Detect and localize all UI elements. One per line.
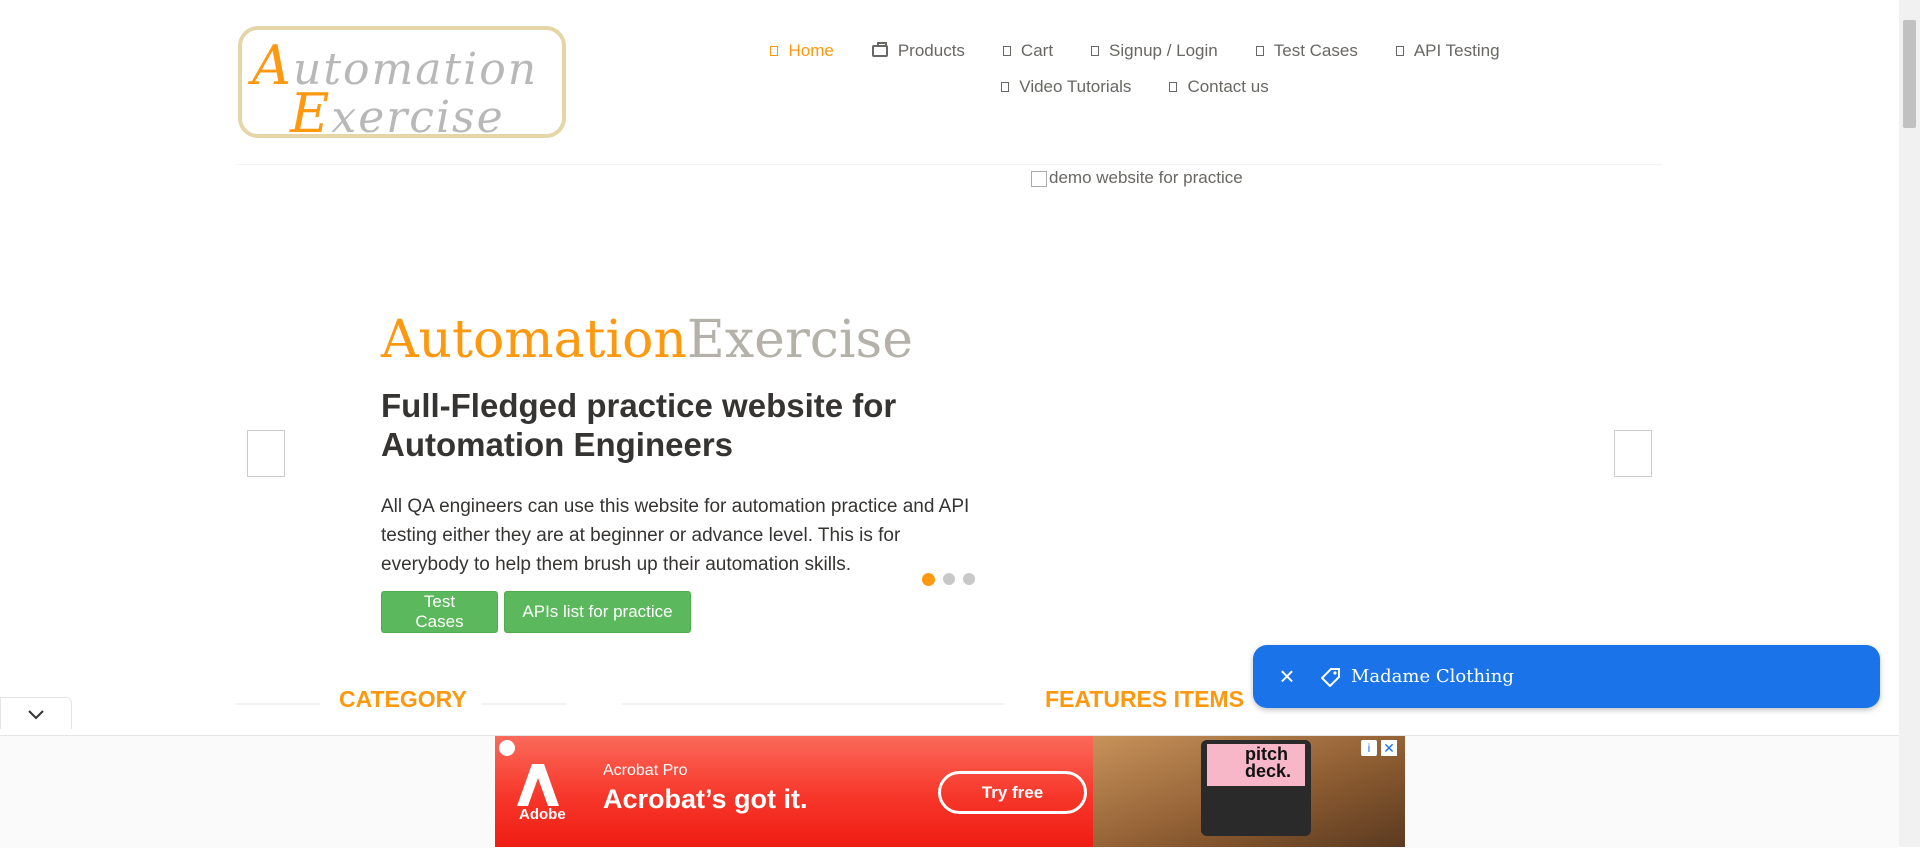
list-icon: [1395, 46, 1404, 56]
ad-photo: pitch deck.: [1093, 736, 1405, 847]
slider-description: All QA engineers can use this website fo…: [381, 496, 970, 575]
carousel-indicators: [922, 573, 983, 586]
features-rule-left: [622, 703, 1004, 705]
lock-icon: [1091, 46, 1100, 56]
page-scrollbar[interactable]: [1899, 0, 1920, 847]
carousel-dot-1[interactable]: [922, 573, 935, 586]
ad-shield-icon: [499, 740, 515, 756]
toast-close-button[interactable]: ×: [1275, 661, 1299, 692]
category-rule-right: [482, 703, 566, 705]
site-logo[interactable]: Automation Exercise: [238, 26, 566, 138]
list-icon: [1255, 46, 1264, 56]
tag-icon: [1321, 667, 1340, 687]
category-rule-left: [236, 703, 320, 705]
toast-label: Madame Clothing: [1351, 666, 1514, 687]
carousel-next-button[interactable]: [1614, 430, 1652, 477]
adobe-ad-banner[interactable]: Adobe Acrobat Pro Acrobat’s got it. Try …: [495, 736, 1405, 847]
header-divider: [236, 164, 1662, 165]
nav-signup-login[interactable]: Signup / Login: [1091, 36, 1218, 66]
main-nav: Home Products Cart Signup / Login Test C…: [740, 36, 1530, 102]
nav-home[interactable]: Home: [770, 36, 834, 66]
features-title: FEATURES ITEMS: [1045, 686, 1244, 712]
scrollbar-thumb[interactable]: [1903, 20, 1916, 128]
slider-image: demo website for practice: [1031, 168, 1243, 188]
nav-video-tutorials[interactable]: Video Tutorials: [1001, 72, 1131, 102]
carousel-prev-button[interactable]: [247, 430, 285, 477]
apis-list-button[interactable]: APIs list for practice: [504, 591, 691, 633]
youtube-icon: [1001, 82, 1010, 92]
envelope-icon: [1169, 82, 1178, 92]
nav-products[interactable]: Products: [871, 36, 965, 66]
nav-test-cases[interactable]: Test Cases: [1255, 36, 1358, 66]
cart-icon: [1002, 46, 1011, 56]
nav-contact-us[interactable]: Contact us: [1169, 72, 1269, 102]
chevron-down-icon: [28, 709, 44, 719]
slider-brand-title: AutomationExercise: [381, 310, 914, 370]
carousel-dot-2[interactable]: [943, 573, 955, 585]
home-icon: [770, 46, 779, 56]
category-title: CATEGORY: [339, 686, 467, 712]
broken-image-icon: [1031, 170, 1047, 187]
ad-try-free-button[interactable]: Try free: [938, 771, 1087, 814]
nav-cart[interactable]: Cart: [1002, 36, 1053, 66]
nav-api-testing[interactable]: API Testing: [1395, 36, 1500, 66]
briefcase-icon: [871, 42, 888, 57]
ad-info-icon[interactable]: i: [1361, 740, 1377, 756]
laptop-image: pitch deck.: [1201, 740, 1311, 836]
store-toast[interactable]: × Madame Clothing: [1253, 645, 1880, 708]
ad-collapse-button[interactable]: [0, 697, 72, 729]
carousel-dot-3[interactable]: [963, 573, 975, 585]
ad-close-icon[interactable]: ✕: [1381, 740, 1397, 756]
test-cases-button[interactable]: Test Cases: [381, 591, 498, 633]
slider-headline: Full-Fledged practice website for Automa…: [381, 387, 897, 463]
